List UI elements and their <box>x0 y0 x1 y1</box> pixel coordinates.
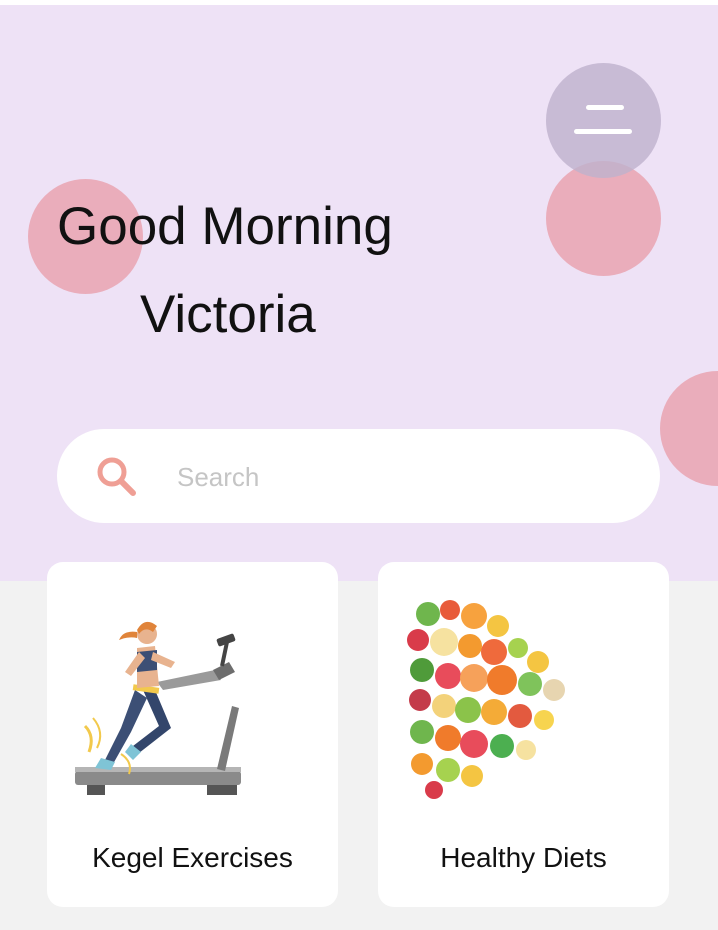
menu-button[interactable] <box>546 63 661 178</box>
hamburger-menu-icon <box>574 105 632 137</box>
kegel-exercises-card[interactable]: Kegel Exercises <box>47 562 338 907</box>
search-bar[interactable] <box>57 429 660 523</box>
fruit-vegetable-heart-illustration <box>407 599 578 800</box>
card-label: Healthy Diets <box>440 842 607 873</box>
search-icon[interactable] <box>95 455 139 499</box>
header-panel: Good Morning Victoria <box>0 5 718 581</box>
card-label: Kegel Exercises <box>92 842 293 873</box>
healthy-diets-card[interactable]: Healthy Diets <box>378 562 669 907</box>
greeting-title: Good Morning <box>57 197 393 256</box>
search-input[interactable] <box>175 456 619 498</box>
decorative-bubble <box>546 161 661 276</box>
user-name: Victoria <box>140 285 316 344</box>
treadmill-runner-illustration <box>75 621 241 795</box>
decorative-bubble <box>660 371 718 486</box>
